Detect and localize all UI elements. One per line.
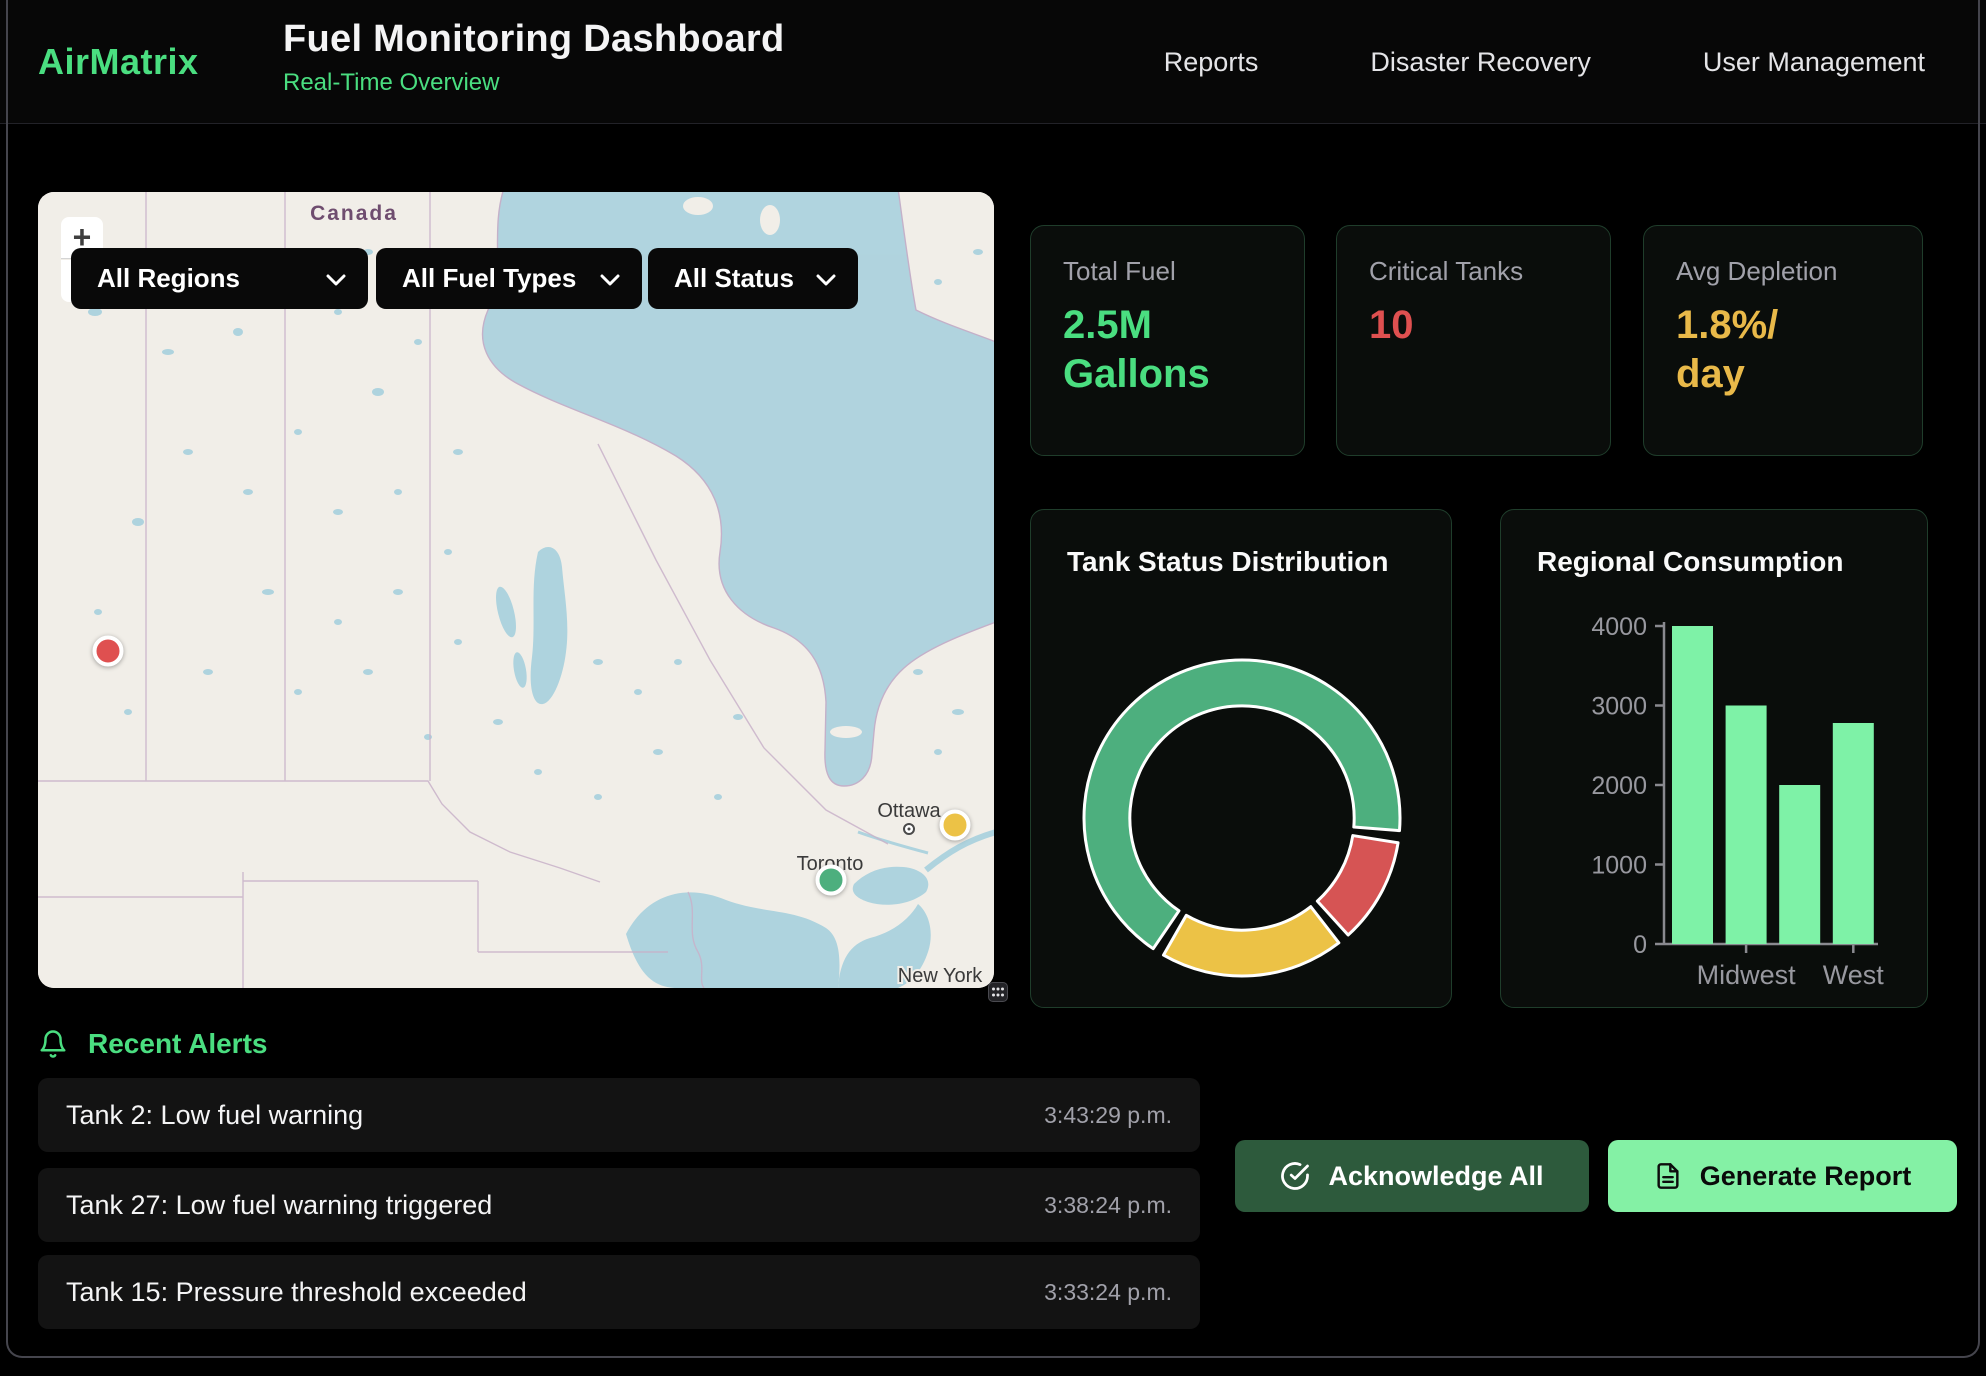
stat-label: Avg Depletion [1676, 256, 1890, 287]
svg-text:1000: 1000 [1591, 852, 1647, 880]
stat-card-avg-depletion: Avg Depletion 1.8%/day [1643, 225, 1923, 456]
region-filter-dropdown[interactable]: All Regions [71, 248, 368, 309]
map-country-label: Canada [310, 202, 398, 225]
page-subtitle: Real-Time Overview [283, 69, 784, 97]
regional-consumption-bar-chart: 0 1000 2000 3000 4000 Midwest West [1501, 510, 1928, 1008]
tank-marker-warning[interactable] [939, 809, 970, 840]
svg-text:4000: 4000 [1591, 613, 1647, 641]
alert-time: 3:33:24 p.m. [1044, 1279, 1172, 1306]
map-city-label-ottawa: Ottawa [877, 800, 941, 822]
svg-text:2000: 2000 [1591, 772, 1647, 800]
alerts-title: Recent Alerts [88, 1028, 267, 1060]
fuel-type-filter-label: All Fuel Types [402, 263, 576, 294]
alert-text: Tank 15: Pressure threshold exceeded [66, 1277, 527, 1308]
acknowledge-all-label: Acknowledge All [1328, 1161, 1543, 1192]
status-filter-label: All Status [674, 263, 794, 294]
alert-row[interactable]: Tank 15: Pressure threshold exceeded 3:3… [38, 1255, 1200, 1329]
check-circle-icon [1280, 1161, 1310, 1191]
svg-text:Midwest: Midwest [1697, 960, 1797, 990]
chevron-down-icon [326, 263, 346, 294]
title-block: Fuel Monitoring Dashboard Real-Time Over… [283, 18, 784, 97]
generate-report-button[interactable]: Generate Report [1608, 1140, 1957, 1212]
tank-status-card: Tank Status Distribution [1030, 509, 1452, 1008]
stat-card-critical-tanks: Critical Tanks 10 [1336, 225, 1611, 456]
nav-item-disaster-recovery[interactable]: Disaster Recovery [1370, 47, 1591, 78]
brand-logo[interactable]: AirMatrix [38, 0, 199, 124]
stat-value: 10 [1369, 301, 1578, 350]
chevron-down-icon [816, 263, 836, 294]
nav-item-user-management[interactable]: User Management [1703, 47, 1925, 78]
page-title: Fuel Monitoring Dashboard [283, 18, 784, 61]
svg-text:3000: 3000 [1591, 693, 1647, 721]
svg-text:West: West [1823, 960, 1885, 990]
stat-label: Critical Tanks [1369, 256, 1578, 287]
alerts-header: Recent Alerts [38, 1028, 267, 1060]
tank-marker-normal[interactable] [816, 864, 847, 895]
nav-item-reports[interactable]: Reports [1164, 47, 1259, 78]
stat-value: 1.8%/day [1676, 301, 1890, 399]
status-filter-dropdown[interactable]: All Status [648, 248, 858, 309]
alert-time: 3:43:29 p.m. [1044, 1102, 1172, 1129]
main-nav: Reports Disaster Recovery User Managemen… [1164, 0, 1925, 124]
alert-row[interactable]: Tank 27: Low fuel warning triggered 3:38… [38, 1168, 1200, 1242]
alert-text: Tank 2: Low fuel warning [66, 1100, 363, 1131]
document-icon [1654, 1162, 1682, 1190]
stat-card-total-fuel: Total Fuel 2.5MGallons [1030, 225, 1305, 456]
region-filter-label: All Regions [97, 263, 240, 294]
acknowledge-all-button[interactable]: Acknowledge All [1235, 1140, 1589, 1212]
fuel-type-filter-dropdown[interactable]: All Fuel Types [376, 248, 642, 309]
fuel-map[interactable]: Canada Ottawa Toronto New York + − All R… [38, 192, 994, 988]
bell-icon [38, 1028, 68, 1060]
alert-time: 3:38:24 p.m. [1044, 1192, 1172, 1219]
map-resize-grip-icon[interactable] [988, 982, 1008, 1002]
app-header: AirMatrix Fuel Monitoring Dashboard Real… [0, 0, 1986, 124]
chart-title: Tank Status Distribution [1031, 510, 1451, 578]
regional-consumption-card: Regional Consumption 01000200030004000Mi… [1500, 509, 1928, 1008]
tank-marker-critical[interactable] [92, 636, 123, 667]
alert-text: Tank 27: Low fuel warning triggered [66, 1190, 492, 1221]
tank-status-donut-chart [1080, 656, 1404, 980]
stat-value: 2.5MGallons [1063, 301, 1272, 399]
chevron-down-icon [600, 263, 620, 294]
generate-report-label: Generate Report [1700, 1161, 1912, 1192]
svg-text:0: 0 [1633, 931, 1647, 959]
map-city-label-new-york: New York [898, 965, 983, 987]
alert-row[interactable]: Tank 2: Low fuel warning 3:43:29 p.m. [38, 1078, 1200, 1152]
stat-label: Total Fuel [1063, 256, 1272, 287]
map-canvas: Canada Ottawa Toronto New York [38, 192, 994, 988]
